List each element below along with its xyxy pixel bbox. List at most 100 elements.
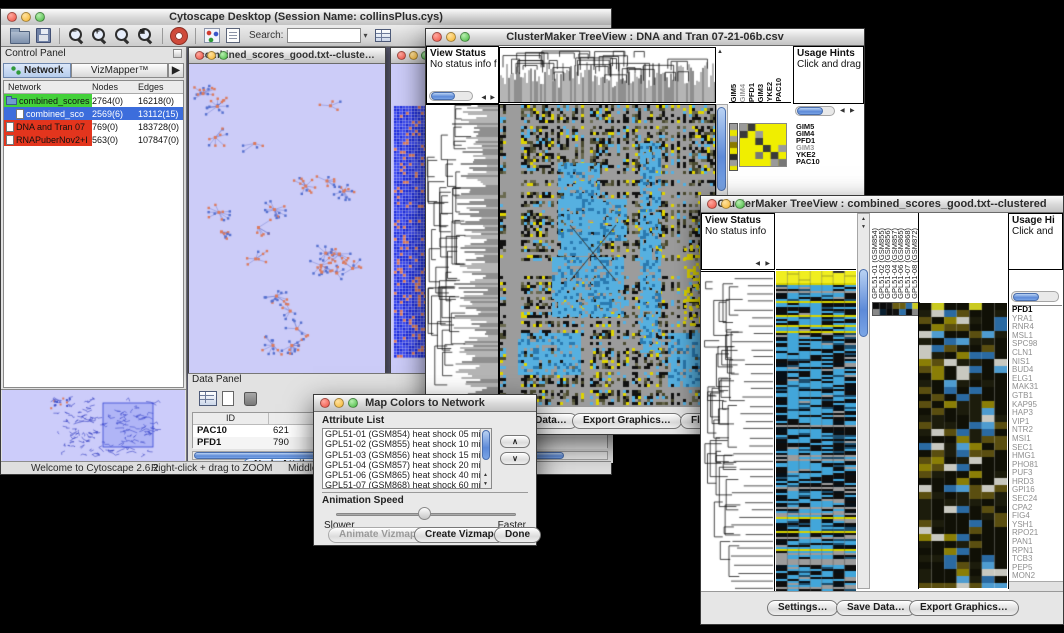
attribute-item[interactable]: GPL51-04 (GSM857) heat shock 20 min: [323, 460, 491, 470]
global-vscrollbar[interactable]: ▲ ▼: [857, 213, 870, 589]
minimize-button[interactable]: [21, 12, 31, 22]
speed-slider-thumb[interactable]: [418, 507, 431, 520]
scroll-right-icon[interactable]: ▶: [850, 107, 855, 114]
attribute-item[interactable]: GPL51-06 (GSM865) heat shock 40 min: [323, 470, 491, 480]
network-row[interactable]: combined_scores 2764(0) 16218(0): [4, 94, 183, 107]
heatmap-canvas[interactable]: [499, 104, 716, 408]
scroll-left-icon[interactable]: ◀: [840, 107, 845, 114]
close-button[interactable]: [397, 51, 406, 60]
minimize-button[interactable]: [721, 199, 731, 209]
search-input[interactable]: [287, 28, 361, 43]
treeview1-titlebar[interactable]: ClusterMaker TreeView : DNA and Tran 07-…: [426, 29, 864, 46]
minimize-button[interactable]: [334, 398, 344, 408]
new-attribute-icon[interactable]: [222, 391, 234, 406]
global-heatmap-canvas[interactable]: [776, 271, 856, 591]
move-up-button[interactable]: ∧: [500, 435, 530, 448]
data-col-id[interactable]: ID: [193, 413, 269, 424]
column-label[interactable]: PAC10: [774, 78, 783, 102]
col-header-network[interactable]: Network: [4, 81, 92, 94]
attribute-item[interactable]: GPL51-03 (GSM856) heat shock 15 min: [323, 450, 491, 460]
tab-network[interactable]: Network: [3, 63, 71, 78]
attribute-item[interactable]: GPL51-02 (GSM855) heat shock 10 min: [323, 439, 491, 449]
column-label[interactable]: PFD1: [747, 83, 756, 102]
scrollbar-thumb[interactable]: [797, 107, 823, 115]
scrollbar-thumb[interactable]: [1013, 293, 1039, 301]
trash-icon[interactable]: [244, 392, 257, 406]
export-graphics-button[interactable]: Export Graphics…: [572, 413, 682, 429]
gene-label[interactable]: MON2: [1012, 572, 1062, 581]
maximize-button[interactable]: [460, 32, 470, 42]
scroll-up-icon[interactable]: ▲: [483, 472, 488, 478]
animate-vizmap-button[interactable]: Animate Vizmap: [328, 527, 427, 543]
annotation-icon[interactable]: [226, 28, 240, 43]
zoom-selected-icon[interactable]: ▣: [137, 27, 154, 44]
attribute-item[interactable]: GPL51-07 (GSM868) heat shock 60 min: [323, 480, 491, 489]
close-button[interactable]: [707, 199, 717, 209]
scroll-left-icon[interactable]: ◀: [755, 260, 760, 267]
minimize-button[interactable]: [207, 51, 216, 60]
summary-strip-canvas[interactable]: [729, 123, 738, 171]
maximize-button[interactable]: [35, 12, 45, 22]
zoom-in-icon[interactable]: +: [91, 27, 108, 44]
help-icon[interactable]: [171, 28, 187, 44]
column-dendrogram[interactable]: [499, 47, 716, 103]
column-label[interactable]: GIM4: [738, 84, 747, 102]
network-view-titlebar[interactable]: combined_scores_good.txt--cluste…: [189, 48, 385, 64]
done-button[interactable]: Done: [494, 527, 541, 543]
gene-label[interactable]: PAC10: [796, 158, 846, 165]
create-vizmap-button[interactable]: Create Vizmap: [414, 527, 505, 543]
zoom-matrix-canvas[interactable]: [739, 123, 787, 167]
scroll-up-icon[interactable]: ▲: [717, 49, 723, 55]
scrollbar-thumb[interactable]: [482, 430, 490, 460]
main-titlebar[interactable]: Cytoscape Desktop (Session Name: collins…: [1, 9, 611, 26]
settings-button[interactable]: Settings…: [767, 600, 838, 616]
export-graphics-button[interactable]: Export Graphics…: [909, 600, 1019, 616]
search-dropdown-icon[interactable]: ▾: [363, 31, 367, 40]
zoom-heatmap-canvas[interactable]: [919, 303, 1007, 588]
network-row[interactable]: DNA and Tran 07 769(0) 183728(0): [4, 120, 183, 133]
column-label[interactable]: GIM3: [756, 84, 765, 102]
network-canvas[interactable]: [189, 64, 385, 373]
usage-hscrollbar[interactable]: [795, 106, 835, 116]
zoom-out-icon[interactable]: −: [68, 27, 85, 44]
scroll-down-icon[interactable]: ▼: [483, 481, 488, 487]
move-down-button[interactable]: ∨: [500, 452, 530, 465]
scroll-up-icon[interactable]: ▲: [861, 216, 866, 222]
attribute-browser-icon[interactable]: [375, 29, 391, 42]
scroll-right-icon[interactable]: ▶: [765, 260, 770, 267]
zoom-fit-icon[interactable]: [114, 27, 131, 44]
scrollbar-thumb[interactable]: [431, 92, 455, 100]
save-data-button[interactable]: Save Data…: [836, 600, 916, 616]
scroll-right-icon[interactable]: ▶: [490, 94, 495, 101]
status-hscrollbar[interactable]: [429, 91, 473, 101]
vizmapper-icon[interactable]: [204, 28, 220, 43]
open-session-icon[interactable]: [10, 31, 30, 44]
network-row-selected[interactable]: combined_sco 2569(6) 13112(15): [4, 107, 183, 120]
scrollbar-thumb[interactable]: [859, 269, 868, 337]
column-label[interactable]: YKE2: [765, 82, 774, 102]
close-button[interactable]: [195, 51, 204, 60]
tab-vizmapper[interactable]: VizMapper™: [71, 63, 168, 78]
col-header-nodes[interactable]: Nodes: [92, 82, 138, 92]
row-dendrogram[interactable]: [426, 104, 499, 407]
maximize-button[interactable]: [348, 398, 358, 408]
col-header-edges[interactable]: Edges: [138, 82, 183, 92]
row-dendrogram[interactable]: [701, 271, 775, 592]
close-button[interactable]: [432, 32, 442, 42]
attrlist-vscrollbar[interactable]: ▲ ▼: [480, 429, 491, 488]
birdseye-canvas[interactable]: [2, 390, 185, 463]
save-session-icon[interactable]: [36, 28, 51, 43]
treeview2-titlebar[interactable]: ClusterMaker TreeView : combined_scores_…: [701, 196, 1063, 213]
close-button[interactable]: [320, 398, 330, 408]
mini-strip-canvas[interactable]: [872, 302, 920, 316]
maximize-button[interactable]: [735, 199, 745, 209]
close-button[interactable]: [7, 12, 17, 22]
gene-hscrollbar[interactable]: [1011, 291, 1059, 302]
float-panel-icon[interactable]: [173, 49, 182, 58]
grid-view-icon[interactable]: [199, 391, 217, 406]
column-label[interactable]: GIM5: [729, 84, 738, 102]
minimize-button[interactable]: [446, 32, 456, 42]
scroll-left-icon[interactable]: ◀: [481, 94, 486, 101]
scroll-down-icon[interactable]: ▼: [861, 224, 866, 230]
network-row[interactable]: RNAPuberNov2+I 563(0) 107847(0): [4, 133, 183, 146]
